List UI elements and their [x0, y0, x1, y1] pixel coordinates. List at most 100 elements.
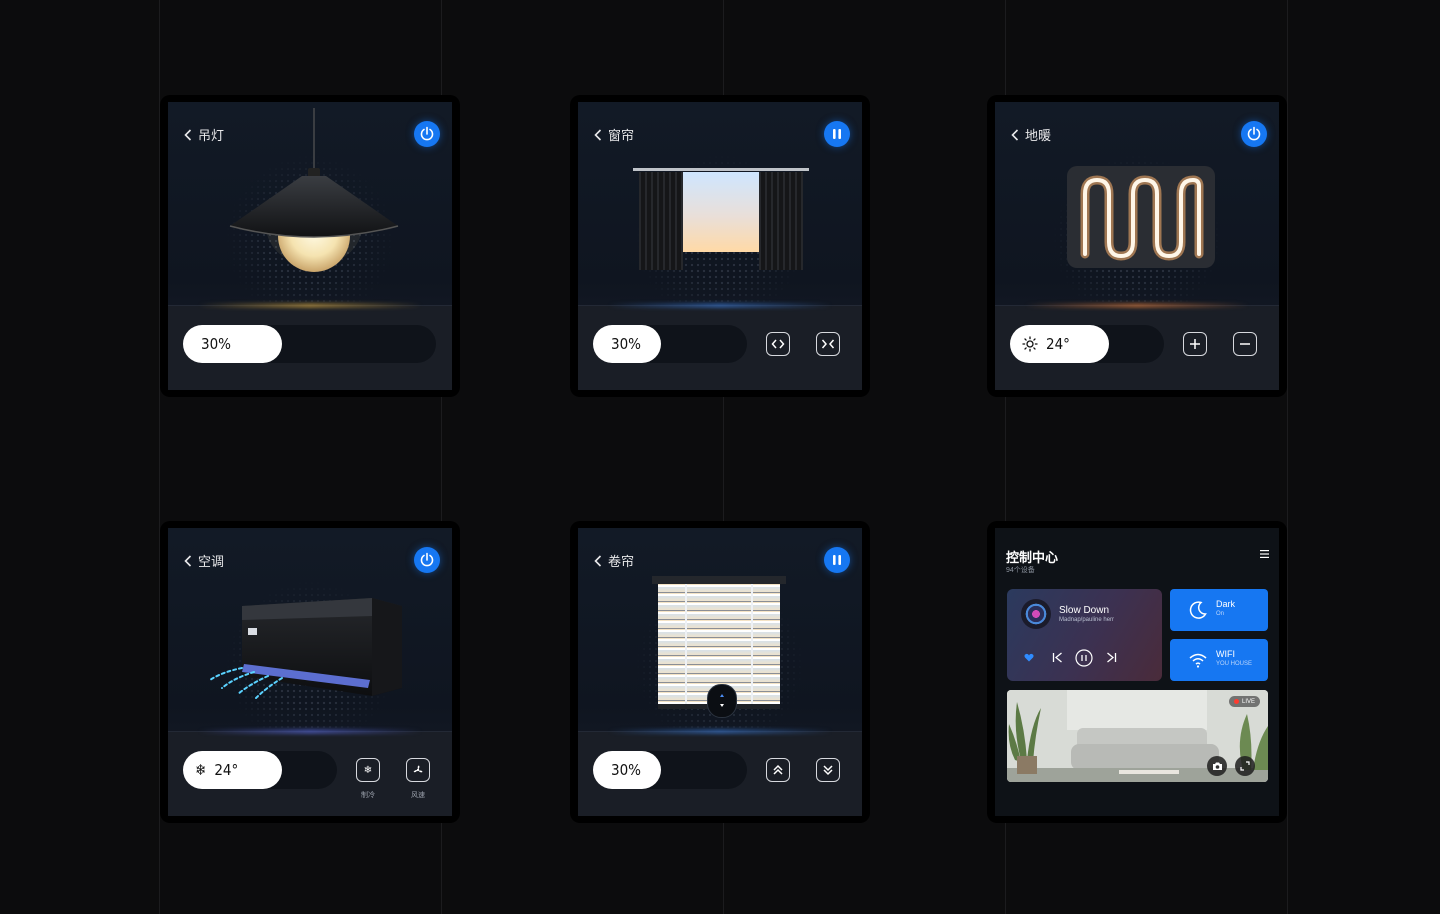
decrease-button[interactable] — [1233, 332, 1257, 356]
play-pause-button[interactable] — [1075, 649, 1093, 667]
increase-button[interactable] — [1183, 332, 1207, 356]
control-center-screen: 控制中心 94个设备 Slow Down Madnap/pauline herr — [995, 528, 1279, 816]
air-conditioner-screen: 空调 ❄ 24° ❄ 制冷 风速 — [168, 528, 452, 816]
wifi-network-name: YOU HOUSE — [1216, 661, 1253, 667]
recording-dot-icon — [1233, 699, 1239, 704]
brightness-slider-fill: 30% — [183, 325, 282, 363]
control-panel: 24° — [995, 304, 1279, 390]
air-conditioner-unit-icon — [209, 598, 402, 699]
air-conditioner-card: 空调 ❄ 24° ❄ 制冷 风速 — [160, 521, 460, 823]
blind-position-handle[interactable] — [707, 684, 737, 718]
device-title: 吊灯 — [198, 128, 225, 143]
temperature-slider[interactable]: 24° — [1010, 325, 1164, 363]
fullscreen-button[interactable] — [1235, 756, 1255, 776]
snowflake-icon: ❄ — [195, 761, 207, 779]
device-count: 94个设备 — [1006, 567, 1035, 574]
control-panel: 30% — [578, 304, 862, 390]
moon-icon — [1189, 601, 1207, 619]
temperature-value: 24° — [1046, 335, 1070, 353]
floor-heating-screen: 地暖 24° — [995, 102, 1279, 390]
up-down-arrows-icon — [720, 694, 724, 707]
device-title: 窗帘 — [608, 128, 635, 143]
expand-icon — [1240, 761, 1250, 771]
music-player-widget[interactable]: Slow Down Madnap/pauline herr — [1007, 589, 1162, 681]
dark-mode-status: On — [1216, 611, 1225, 617]
curtain-close-button[interactable] — [816, 332, 840, 356]
wifi-tile[interactable]: WIFI YOU HOUSE — [1170, 639, 1268, 681]
control-center-card: 控制中心 94个设备 Slow Down Madnap/pauline herr — [987, 521, 1287, 823]
curtain-window-icon — [633, 168, 809, 270]
menu-icon[interactable] — [1260, 550, 1269, 558]
wifi-icon — [1189, 653, 1207, 668]
wifi-label: WIFI — [1216, 649, 1235, 659]
previous-button[interactable] — [1051, 651, 1063, 663]
back-button[interactable]: 卷帘 — [594, 551, 634, 570]
next-button[interactable] — [1105, 651, 1117, 663]
device-title: 空调 — [198, 554, 225, 569]
grid-line — [1287, 0, 1288, 914]
curtain-screen: 窗帘 30% — [578, 102, 862, 390]
pendant-lamp-icon — [229, 108, 399, 272]
back-button[interactable]: 窗帘 — [594, 125, 634, 144]
ac-temperature-slider[interactable]: ❄ 24° — [183, 751, 337, 789]
power-icon — [420, 552, 434, 567]
pause-button[interactable] — [824, 121, 850, 147]
power-icon — [420, 126, 434, 141]
pendant-light-card: 吊灯 30% — [160, 95, 460, 397]
fan-speed-button[interactable] — [406, 758, 430, 782]
panel-glow — [198, 730, 422, 733]
track-artist: Madnap/pauline herr — [1059, 617, 1115, 623]
device-title: 地暖 — [1025, 128, 1052, 143]
power-button[interactable] — [414, 121, 440, 147]
cool-mode-button[interactable]: ❄ — [356, 758, 380, 782]
control-panel: ❄ 24° ❄ 制冷 风速 — [168, 730, 452, 816]
snapshot-button[interactable] — [1207, 756, 1227, 776]
power-icon — [1247, 126, 1261, 141]
back-button[interactable]: 地暖 — [1011, 125, 1051, 144]
sun-icon — [1022, 336, 1038, 352]
track-title: Slow Down — [1059, 605, 1110, 616]
chevron-left-icon — [594, 128, 602, 141]
blind-position-fill: 30% — [593, 751, 661, 789]
favorite-button[interactable] — [1023, 651, 1035, 663]
control-center-title: 控制中心 — [1006, 550, 1059, 565]
curtain-position-slider[interactable]: 30% — [593, 325, 747, 363]
blind-down-button[interactable] — [816, 758, 840, 782]
roller-blind-card: 卷帘 30% — [570, 521, 870, 823]
control-panel: 30% — [578, 730, 862, 816]
dark-mode-tile[interactable]: Dark On — [1170, 589, 1268, 631]
ac-temperature-value: 24° — [214, 761, 239, 779]
floor-heating-card: 地暖 24° — [987, 95, 1287, 397]
panel-glow — [608, 304, 832, 307]
curtain-position-fill: 30% — [593, 325, 661, 363]
chevron-left-icon — [594, 554, 602, 567]
control-panel: 30% — [168, 304, 452, 390]
heating-coil-icon — [1067, 166, 1215, 268]
brightness-slider[interactable]: 30% — [183, 325, 436, 363]
curtain-open-button[interactable] — [766, 332, 790, 356]
plus-icon — [1190, 339, 1200, 349]
panel-glow — [608, 730, 832, 733]
temperature-fill: 24° — [1010, 325, 1109, 363]
back-button[interactable]: 吊灯 — [184, 125, 224, 144]
power-button[interactable] — [1241, 121, 1267, 147]
blind-position-slider[interactable]: 30% — [593, 751, 747, 789]
pendant-light-screen: 吊灯 30% — [168, 102, 452, 390]
pause-icon — [833, 555, 841, 565]
blind-up-button[interactable] — [766, 758, 790, 782]
power-button[interactable] — [414, 547, 440, 573]
pause-icon — [833, 129, 841, 139]
camera-feed[interactable]: LIVE — [1007, 690, 1268, 782]
cool-mode-label: 制冷 — [361, 792, 375, 799]
camera-icon — [1212, 762, 1222, 770]
minus-icon — [1240, 343, 1250, 345]
back-button[interactable]: 空调 — [184, 551, 224, 570]
ac-temperature-fill: ❄ 24° — [183, 751, 282, 789]
fan-icon — [413, 765, 423, 773]
album-art — [1021, 599, 1051, 629]
live-badge: LIVE — [1228, 696, 1260, 707]
double-chevron-up-icon — [773, 764, 783, 775]
double-chevron-down-icon — [823, 765, 833, 776]
expand-horizontal-icon — [771, 339, 785, 349]
pause-button[interactable] — [824, 547, 850, 573]
